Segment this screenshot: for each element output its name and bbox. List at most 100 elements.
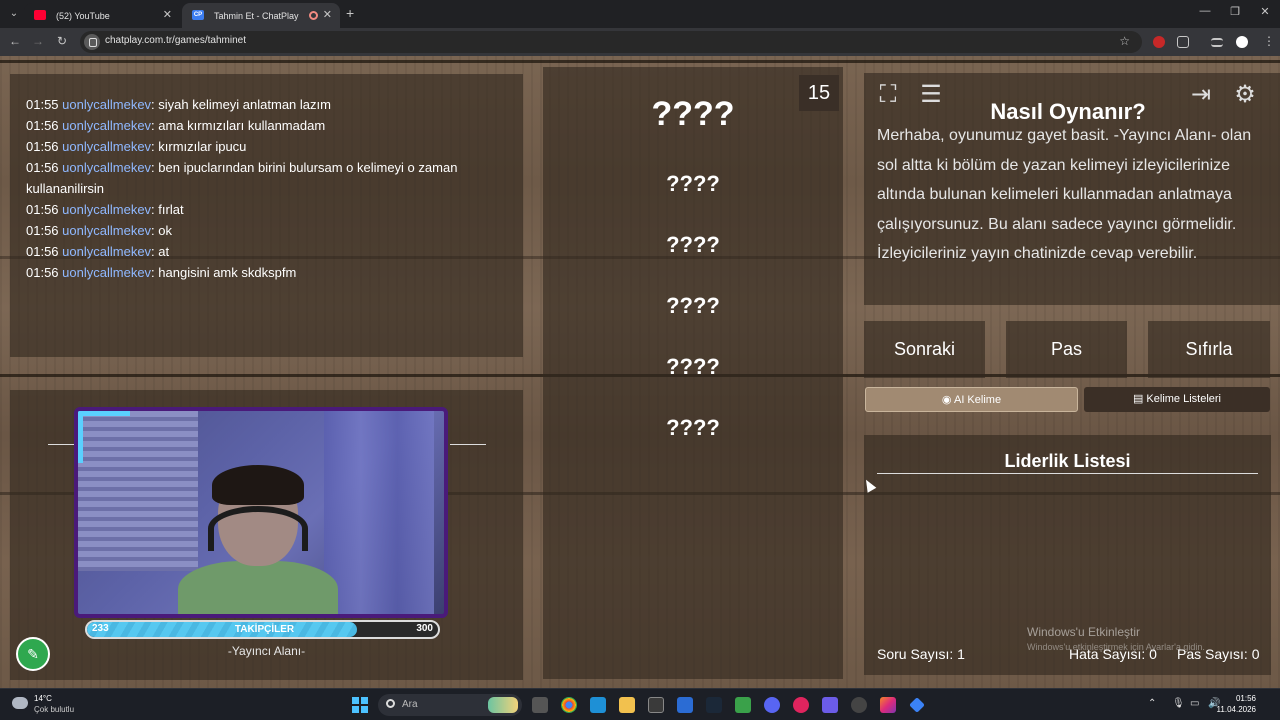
- next-button[interactable]: Sonraki: [864, 321, 985, 378]
- clock-date: 11.04.2026: [1216, 705, 1256, 714]
- monitor-app-icon[interactable]: [590, 697, 606, 713]
- more-menu-icon[interactable]: ⋮: [1260, 34, 1278, 48]
- obs-icon[interactable]: [851, 697, 867, 713]
- windows-taskbar: 14°C Çok bulutlu Ara ⌃ 🎙 ▭ 🔊 01:56 11.04…: [0, 688, 1280, 720]
- countdown-timer: 15: [799, 75, 839, 111]
- notes-icon[interactable]: ☰: [914, 78, 948, 112]
- file-explorer-icon[interactable]: [619, 697, 635, 713]
- youtube-icon: [34, 10, 46, 20]
- list-icon: ▤: [1132, 393, 1147, 405]
- leaderboard-panel: Liderlik Listesi Soru Sayısı: 1 Hata Say…: [864, 435, 1271, 675]
- weather-temperature: 14°C: [34, 694, 52, 703]
- back-icon[interactable]: ←: [6, 34, 24, 48]
- streamer-area-label: -Yayıncı Alanı-: [227, 644, 306, 658]
- chatplay-icon: CP: [192, 10, 204, 20]
- chat-username: uonlycallmekev: [62, 202, 152, 217]
- chat-username: uonlycallmekev: [62, 223, 152, 238]
- chat-message: 01:56 uonlycallmekev: ok: [26, 223, 173, 238]
- discord-icon[interactable]: [764, 697, 780, 713]
- game-page: 01:55 uonlycallmekev: siyah kelimeyi anl…: [0, 56, 1280, 688]
- word-lists-tab[interactable]: ▤ Kelime Listeleri: [1084, 387, 1270, 412]
- webcam-overlay: [74, 407, 448, 618]
- bookmark-star-icon[interactable]: ☆: [1119, 34, 1130, 48]
- settings-fab-icon[interactable]: ✎: [16, 637, 50, 671]
- chat-username: uonlycallmekev: [62, 160, 152, 175]
- instagram-icon[interactable]: [880, 697, 896, 713]
- hint-word: ????: [666, 293, 720, 318]
- cloud-icon: [12, 697, 28, 709]
- chat-username: uonlycallmekev: [62, 244, 152, 259]
- tab-chatplay[interactable]: CP Tahmin Et - ChatPlay ✕: [182, 3, 340, 28]
- network-icon[interactable]: ▭: [1190, 698, 1199, 709]
- minimize-icon[interactable]: —: [1190, 5, 1220, 17]
- chat-message: 01:56 uonlycallmekev: at: [26, 244, 170, 259]
- ai-word-tab[interactable]: ◉ AI Kelime: [865, 387, 1078, 412]
- divider: [877, 473, 1258, 474]
- restore-icon[interactable]: ❐: [1220, 5, 1250, 18]
- search-placeholder: Ara: [402, 699, 418, 710]
- frame-corner: [78, 411, 130, 463]
- chat-message: 01:55 uonlycallmekev: siyah kelimeyi anl…: [26, 97, 331, 112]
- chat-username: uonlycallmekev: [62, 97, 152, 112]
- store-icon[interactable]: [648, 697, 664, 713]
- close-tab-icon[interactable]: ✕: [163, 8, 172, 21]
- microphone-icon[interactable]: 🎙: [1172, 698, 1185, 709]
- chat-username: uonlycallmekev: [62, 118, 152, 133]
- clock-time: 01:56: [1235, 694, 1256, 703]
- extension-icon[interactable]: [1153, 36, 1165, 48]
- app-diamond-icon[interactable]: [909, 697, 925, 713]
- how-to-play-panel: ⛶ ☰ Nasıl Oynanır? ⇥ ⚙ Merhaba, oyunumuz…: [864, 73, 1280, 305]
- chat-message: 01:56 uonlycallmekev: ama kırmızıları ku…: [26, 118, 326, 133]
- address-bar[interactable]: chatplay.com.tr/games/tahminet ☆: [80, 31, 1142, 53]
- xbox-icon[interactable]: [735, 697, 751, 713]
- activation-watermark: Windows'u Etkinleştir: [1027, 625, 1140, 639]
- taskbar-search[interactable]: Ara: [378, 694, 522, 716]
- chat-message: 01:56 uonlycallmekev: ben ipuclarından b…: [26, 160, 458, 196]
- chat-panel: 01:55 uonlycallmekev: siyah kelimeyi anl…: [10, 74, 523, 357]
- divider: [450, 444, 486, 445]
- gear-icon[interactable]: ⚙: [1228, 78, 1262, 112]
- tab-title: (52) YouTube: [56, 10, 110, 21]
- steam-icon[interactable]: [706, 697, 722, 713]
- tab-search-icon[interactable]: ⌄: [6, 6, 22, 22]
- new-tab-icon[interactable]: +: [346, 5, 354, 21]
- chat-message: 01:56 uonlycallmekev: hangisini amk skdk…: [26, 265, 297, 280]
- pass-button[interactable]: Pas: [1006, 321, 1127, 378]
- tab-youtube[interactable]: (52) YouTube ✕: [24, 3, 180, 28]
- chat-message: 01:56 uonlycallmekev: fırlat: [26, 202, 184, 217]
- teams-icon[interactable]: [822, 697, 838, 713]
- close-tab-icon[interactable]: ✕: [323, 8, 332, 21]
- wood-seam: [0, 60, 1280, 63]
- weather-description: Çok bulutlu: [34, 705, 75, 714]
- reset-button[interactable]: Sıfırla: [1148, 321, 1270, 378]
- reload-icon[interactable]: ↻: [53, 34, 71, 48]
- recording-icon: [309, 11, 318, 20]
- info-description: Merhaba, oyunumuz gayet basit. -Yayıncı …: [877, 127, 1252, 263]
- search-icon: [386, 699, 395, 708]
- leaderboard-title: Liderlik Listesi: [1004, 451, 1131, 471]
- browser-tabbar: ⌄ (52) YouTube ✕ CP Tahmin Et - ChatPlay…: [0, 0, 1280, 28]
- window-close-icon[interactable]: ✕: [1250, 5, 1280, 18]
- chrome-icon[interactable]: [561, 697, 577, 713]
- system-clock[interactable]: 01:56 11.04.2026: [1217, 693, 1256, 715]
- task-view-icon[interactable]: [532, 697, 548, 713]
- headset-icon: [208, 506, 308, 551]
- tray-chevron-icon[interactable]: ⌃: [1148, 698, 1156, 709]
- divider: [48, 444, 76, 445]
- fullscreen-icon[interactable]: ⛶: [871, 78, 905, 112]
- search-highlight-icon: [488, 697, 518, 713]
- site-info-icon[interactable]: [84, 34, 100, 50]
- forward-icon[interactable]: →: [29, 34, 47, 48]
- hint-word: ????: [666, 415, 720, 440]
- chat-username: uonlycallmekev: [62, 265, 152, 280]
- extensions-puzzle-icon[interactable]: [1177, 36, 1189, 48]
- windows-start-icon[interactable]: [352, 697, 368, 713]
- word-panel: ???? ???? ???? ???? ???? ????: [543, 67, 843, 679]
- logout-icon[interactable]: ⇥: [1184, 78, 1218, 112]
- mail-icon[interactable]: [677, 697, 693, 713]
- profile-avatar[interactable]: [1236, 36, 1248, 48]
- media-control-icon[interactable]: [1211, 38, 1223, 47]
- media-app-icon[interactable]: [793, 697, 809, 713]
- chat-message: 01:56 uonlycallmekev: kırmızılar ipucu: [26, 139, 247, 154]
- hint-word: ????: [666, 171, 720, 196]
